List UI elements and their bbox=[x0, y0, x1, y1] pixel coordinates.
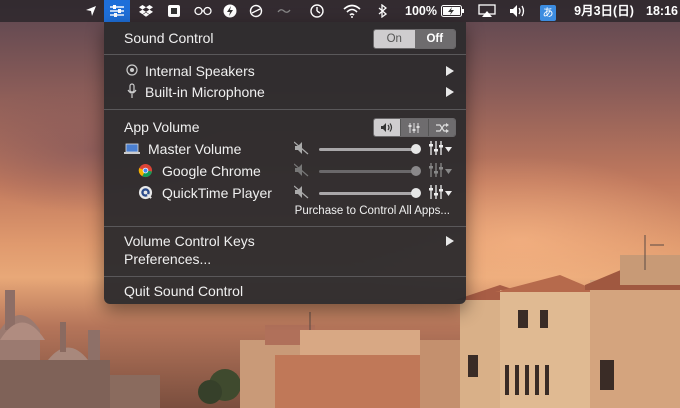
submenu-arrow-icon bbox=[446, 87, 454, 97]
menu-item-preferences[interactable]: Preferences... bbox=[104, 251, 466, 271]
quicktime-icon bbox=[138, 185, 153, 203]
volume-slider-knob[interactable] bbox=[411, 188, 421, 198]
speaker-icon bbox=[125, 63, 139, 80]
app-volume-row-master: Master Volume bbox=[104, 138, 466, 160]
laptop-icon bbox=[124, 142, 140, 158]
routing-view-icon[interactable] bbox=[427, 119, 455, 136]
sound-control-menu-icon[interactable] bbox=[104, 0, 130, 22]
toggle-on-option[interactable]: On bbox=[374, 30, 415, 48]
menu-item-label: Volume Control Keys bbox=[124, 233, 255, 249]
battery-percent[interactable]: 100% bbox=[404, 0, 438, 22]
time-machine-icon[interactable] bbox=[306, 0, 328, 22]
menu-item-quit[interactable]: Quit Sound Control bbox=[104, 280, 466, 302]
dropbox-icon[interactable] bbox=[136, 0, 156, 22]
menubar: 100% あ 9月3日(日) 18:16 bbox=[0, 0, 680, 22]
equalizer-dropdown-icon[interactable] bbox=[429, 184, 453, 203]
purchase-link[interactable]: Purchase to Control All Apps... bbox=[295, 205, 450, 217]
input-method-icon[interactable]: あ bbox=[538, 0, 558, 22]
battery-icon[interactable] bbox=[440, 0, 466, 22]
menu-item-volume-control-keys[interactable]: Volume Control Keys bbox=[104, 231, 466, 251]
equalizer-dropdown-icon[interactable] bbox=[429, 140, 453, 159]
volume-icon[interactable] bbox=[506, 0, 530, 22]
app-volume-view-switch[interactable] bbox=[373, 118, 456, 137]
menu-item-label: Preferences... bbox=[124, 251, 212, 267]
menu-item-built-in-microphone[interactable]: Built-in Microphone bbox=[104, 81, 466, 102]
sound-control-toggle[interactable]: On Off bbox=[373, 29, 456, 49]
equalizer-view-icon[interactable] bbox=[400, 119, 428, 136]
menu-item-label: Built-in Microphone bbox=[145, 84, 265, 100]
circle-slash-icon[interactable] bbox=[246, 0, 266, 22]
app-label: Master Volume bbox=[148, 141, 242, 157]
mute-icon[interactable] bbox=[293, 163, 310, 180]
volume-slider-knob[interactable] bbox=[411, 166, 421, 176]
microphone-icon bbox=[127, 83, 137, 102]
input-method-label: あ bbox=[540, 4, 556, 21]
menu-item-label: Internal Speakers bbox=[145, 63, 255, 79]
airplay-icon[interactable] bbox=[476, 0, 498, 22]
location-icon[interactable] bbox=[82, 0, 100, 22]
app-badge-icon[interactable] bbox=[164, 0, 184, 22]
equalizer-dropdown-icon[interactable] bbox=[429, 162, 453, 181]
menu-item-label: Quit Sound Control bbox=[124, 283, 244, 299]
submenu-arrow-icon bbox=[446, 236, 454, 246]
mute-icon[interactable] bbox=[293, 185, 310, 202]
app-volume-row-quicktime: QuickTime Player bbox=[104, 182, 466, 204]
app-label: Google Chrome bbox=[162, 163, 261, 179]
toggle-off-option[interactable]: Off bbox=[414, 30, 455, 48]
sound-control-menu: Sound Control On Off Internal Speakers B… bbox=[104, 22, 466, 304]
menubar-time[interactable]: 18:16 bbox=[644, 0, 680, 22]
link-icon[interactable] bbox=[274, 0, 294, 22]
volume-slider-knob[interactable] bbox=[411, 144, 421, 154]
volume-slider-track[interactable] bbox=[319, 170, 415, 173]
submenu-arrow-icon bbox=[446, 66, 454, 76]
volume-slider-track[interactable] bbox=[319, 192, 415, 195]
app-volume-row-chrome: Google Chrome bbox=[104, 160, 466, 182]
bolt-icon[interactable] bbox=[220, 0, 240, 22]
app-volume-label: App Volume bbox=[124, 119, 200, 135]
separator bbox=[104, 109, 466, 110]
volume-view-icon[interactable] bbox=[374, 119, 401, 136]
separator bbox=[104, 276, 466, 277]
volume-slider-track[interactable] bbox=[319, 148, 415, 151]
chrome-icon bbox=[138, 163, 153, 181]
mute-icon[interactable] bbox=[293, 141, 310, 158]
menu-item-internal-speakers[interactable]: Internal Speakers bbox=[104, 60, 466, 81]
separator bbox=[104, 226, 466, 227]
glasses-icon[interactable] bbox=[192, 0, 214, 22]
menubar-date[interactable]: 9月3日(日) bbox=[568, 0, 640, 22]
wifi-icon[interactable] bbox=[340, 0, 364, 22]
app-label: QuickTime Player bbox=[162, 185, 272, 201]
separator bbox=[104, 54, 466, 55]
bluetooth-icon[interactable] bbox=[374, 0, 390, 22]
menu-title: Sound Control bbox=[124, 30, 214, 46]
